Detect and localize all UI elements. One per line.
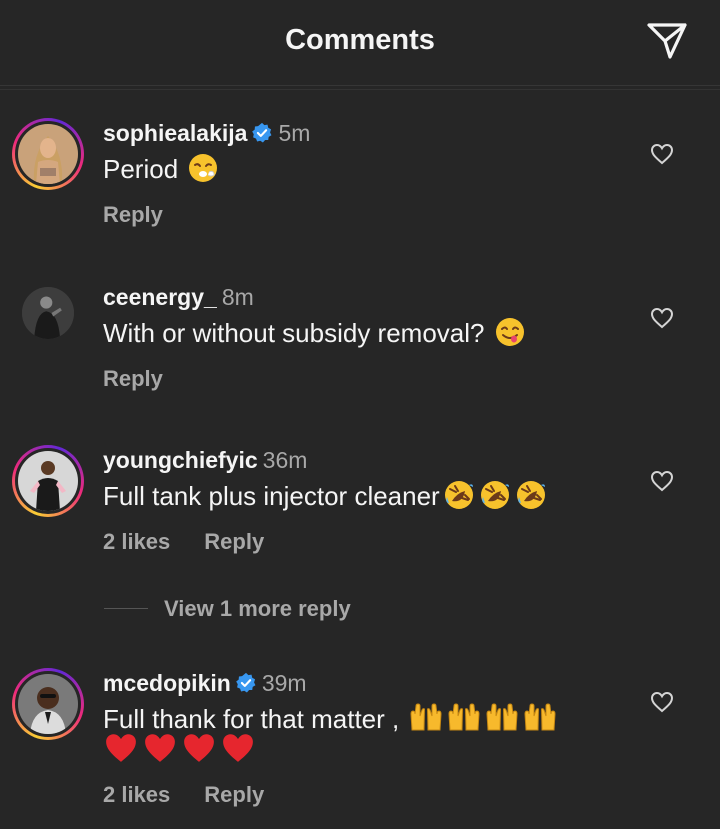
comment-text: With or without subsidy removal? (103, 318, 485, 348)
comment-text: Full thank for that matter , (103, 704, 400, 734)
red-heart-emoji-icon (106, 734, 136, 762)
comment-text: Full tank plus injector cleaner (103, 481, 440, 511)
raised-hands-emoji-icon (448, 703, 480, 731)
raised-hands-emoji-icon (410, 703, 442, 731)
view-more-replies-button[interactable]: View 1 more reply (164, 596, 351, 622)
red-heart-emoji-icon (145, 734, 175, 762)
comment-body-continued (102, 732, 255, 765)
comment-actions: 2 likes Reply (103, 782, 264, 808)
heart-icon[interactable] (650, 470, 674, 492)
reply-button[interactable]: Reply (103, 202, 163, 227)
username[interactable]: ceenergy_ (103, 284, 217, 310)
rofl-emoji-icon (480, 481, 509, 509)
divider (104, 608, 148, 609)
username[interactable]: youngchiefyic (103, 447, 258, 473)
raised-hands-emoji-icon (524, 703, 556, 731)
comment-body: With or without subsidy removal? (103, 316, 526, 349)
reply-button[interactable]: Reply (204, 782, 264, 807)
likes-count[interactable]: 2 likes (103, 782, 170, 807)
timestamp: 36m (262, 447, 308, 473)
comments-header: Comments (0, 0, 720, 86)
verified-badge-icon (236, 672, 256, 693)
raised-hands-emoji-icon (486, 703, 518, 731)
comment-actions: Reply (103, 202, 163, 228)
avatar[interactable] (12, 118, 84, 190)
avatar[interactable] (12, 445, 84, 517)
heart-icon[interactable] (650, 143, 674, 165)
username[interactable]: mcedopikin (103, 670, 231, 696)
likes-count[interactable]: 2 likes (103, 529, 170, 554)
comment-actions: 2 likes Reply (103, 529, 264, 555)
avatar[interactable] (12, 277, 84, 349)
yum-face-emoji-icon (495, 318, 524, 346)
comment-body: Period (103, 152, 219, 185)
heart-icon[interactable] (650, 691, 674, 713)
red-heart-emoji-icon (223, 734, 253, 762)
reply-button[interactable]: Reply (103, 366, 163, 391)
verified-badge-icon (252, 122, 272, 143)
username[interactable]: sophiealakija (103, 120, 247, 146)
reply-button[interactable]: Reply (204, 529, 264, 554)
red-heart-emoji-icon (184, 734, 214, 762)
page-title: Comments (285, 24, 435, 56)
timestamp: 8m (221, 284, 254, 310)
exhausted-face-emoji-icon (189, 154, 218, 182)
avatar[interactable] (12, 668, 84, 740)
comment-actions: Reply (103, 366, 163, 392)
divider (0, 89, 720, 90)
rofl-emoji-icon (516, 481, 545, 509)
send-icon[interactable] (646, 22, 688, 60)
comment-text: Period (103, 154, 179, 184)
comment-body: Full thank for that matter , (103, 702, 558, 735)
timestamp: 5m (278, 120, 311, 146)
timestamp: 39m (261, 670, 307, 696)
comment-body: Full tank plus injector cleaner (103, 479, 548, 512)
heart-icon[interactable] (650, 307, 674, 329)
rofl-emoji-icon (444, 481, 473, 509)
